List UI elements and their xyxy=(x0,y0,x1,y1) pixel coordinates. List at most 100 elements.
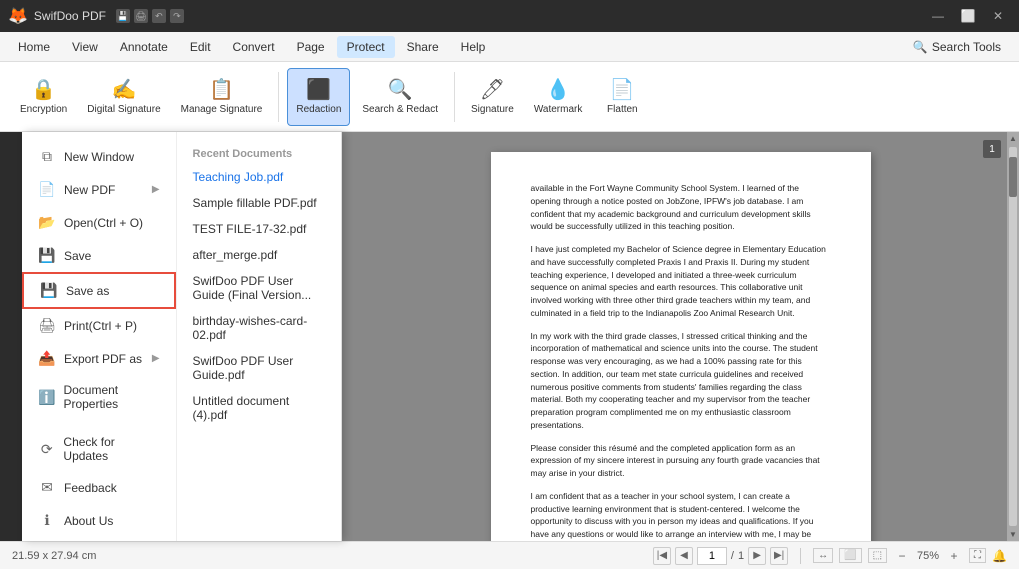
doc-properties-label: Document Properties xyxy=(63,383,159,411)
menu-share[interactable]: Share xyxy=(397,36,449,58)
signature-icon: 🖊 xyxy=(480,77,505,102)
menu-help[interactable]: Help xyxy=(451,36,496,58)
digital-signature-label: Digital Signature xyxy=(87,104,160,116)
scroll-thumb[interactable] xyxy=(1009,157,1017,197)
save-icon-btn[interactable]: 💾 xyxy=(116,9,130,23)
zoom-level: 75% xyxy=(917,550,939,562)
menu-annotate[interactable]: Annotate xyxy=(110,36,178,58)
redaction-label: Redaction xyxy=(296,104,341,116)
check-updates-label: Check for Updates xyxy=(63,435,159,463)
search-tools-icon: 🔍 xyxy=(913,40,928,54)
scrollbar[interactable]: ▲ ▼ xyxy=(1007,132,1019,541)
toolbar-redaction[interactable]: ⬛ Redaction xyxy=(287,68,350,126)
toolbar-watermark[interactable]: 💧 Watermark xyxy=(526,68,591,126)
recent-file-4[interactable]: after_merge.pdf xyxy=(177,242,341,268)
menu-page[interactable]: Page xyxy=(287,36,335,58)
recent-file-3[interactable]: TEST FILE-17-32.pdf xyxy=(177,216,341,242)
prev-page-btn[interactable]: ◀ xyxy=(675,547,693,565)
app-name: SwifDoo PDF xyxy=(34,9,106,23)
menu-save[interactable]: 💾 Save xyxy=(22,239,176,272)
menu-save-as[interactable]: 💾 Save as xyxy=(22,272,176,309)
next-page-btn[interactable]: ▶ xyxy=(748,547,766,565)
fullscreen-btn[interactable]: ⛶ xyxy=(969,548,986,563)
zoom-out-btn[interactable]: − xyxy=(893,547,911,565)
search-redact-icon: 🔍 xyxy=(388,77,413,102)
menu-view[interactable]: View xyxy=(62,36,108,58)
search-tools-button[interactable]: 🔍 Search Tools xyxy=(903,36,1011,58)
menu-new-window[interactable]: ⧉ New Window xyxy=(22,140,176,173)
new-pdf-label: New PDF xyxy=(64,183,115,197)
close-button[interactable]: ✕ xyxy=(985,5,1011,27)
page-number-badge: 1 xyxy=(983,140,1001,158)
scroll-up-btn[interactable]: ▲ xyxy=(1007,132,1019,145)
new-window-icon: ⧉ xyxy=(38,148,56,165)
toolbar-signature[interactable]: 🖊 Signature xyxy=(463,68,522,126)
first-page-btn[interactable]: |◀ xyxy=(653,547,671,565)
app-logo: 🦊 xyxy=(8,6,28,26)
status-bar: 21.59 x 27.94 cm |◀ ◀ / 1 ▶ ▶| ↔ ⬜ ⬚ − 7… xyxy=(0,541,1019,569)
undo-btn[interactable]: ↶ xyxy=(152,9,166,23)
menu-settings[interactable]: ⚙ Settings xyxy=(22,537,176,541)
toolbar-divider-2 xyxy=(454,72,455,122)
toolbar-flatten[interactable]: 📄 Flatten xyxy=(594,68,650,126)
notification-icon[interactable]: 🔔 xyxy=(992,549,1007,563)
menu-about-us[interactable]: ℹ About Us xyxy=(22,504,176,537)
pdf-para-5: I am confident that as a teacher in your… xyxy=(531,490,831,541)
pdf-para-3: In my work with the third grade classes,… xyxy=(531,330,831,432)
toolbar-encryption[interactable]: 🔒 Encryption xyxy=(12,68,75,126)
flatten-icon: 📄 xyxy=(610,77,635,102)
menu-open[interactable]: 📂 Open(Ctrl + O) xyxy=(22,206,176,239)
page-input[interactable] xyxy=(697,547,727,565)
fit-width-btn[interactable]: ↔ xyxy=(813,548,833,563)
export-pdf-label: Export PDF as xyxy=(64,352,142,366)
status-divider-1 xyxy=(800,548,801,564)
recent-file-2[interactable]: Sample fillable PDF.pdf xyxy=(177,190,341,216)
encryption-icon: 🔒 xyxy=(31,77,56,102)
menu-doc-properties[interactable]: ℹ️ Document Properties xyxy=(22,375,176,419)
search-tools-label: Search Tools xyxy=(932,40,1001,54)
menu-print[interactable]: 🖨 Print(Ctrl + P) xyxy=(22,309,176,342)
zoom-in-btn[interactable]: + xyxy=(945,547,963,565)
toolbar-manage-signature[interactable]: 📋 Manage Signature xyxy=(173,68,271,126)
zoom-mode-btn[interactable]: ⬚ xyxy=(868,548,887,563)
recent-documents-header: Recent Documents xyxy=(177,140,341,164)
redo-btn[interactable]: ↷ xyxy=(170,9,184,23)
open-icon: 📂 xyxy=(38,214,56,231)
pdf-para-4: Please consider this résumé and the comp… xyxy=(531,442,831,480)
menu-new-pdf[interactable]: 📄 New PDF ▶ xyxy=(22,173,176,206)
menu-protect[interactable]: Protect xyxy=(337,36,395,58)
fit-page-btn[interactable]: ⬜ xyxy=(839,548,861,563)
minimize-button[interactable]: — xyxy=(925,5,951,27)
scroll-down-btn[interactable]: ▼ xyxy=(1007,528,1019,541)
recent-file-6[interactable]: birthday-wishes-card-02.pdf xyxy=(177,308,341,348)
menu-edit[interactable]: Edit xyxy=(180,36,221,58)
print-icon-btn[interactable]: 🖨 xyxy=(134,9,148,23)
zoom-controls: ↔ ⬜ ⬚ − 75% + ⛶ 🔔 xyxy=(813,547,1007,565)
toolbar-search-redact[interactable]: 🔍 Search & Redact xyxy=(354,68,446,126)
save-as-icon: 💾 xyxy=(40,282,58,299)
menu-feedback[interactable]: ✉ Feedback xyxy=(22,471,176,504)
watermark-icon: 💧 xyxy=(546,77,571,102)
search-redact-label: Search & Redact xyxy=(362,104,438,116)
flatten-label: Flatten xyxy=(607,104,638,116)
window-controls: — ⬜ ✕ xyxy=(925,5,1011,27)
recent-file-7[interactable]: SwifDoo PDF User Guide.pdf xyxy=(177,348,341,388)
scroll-track xyxy=(1009,147,1017,526)
menu-convert[interactable]: Convert xyxy=(223,36,285,58)
toolbar-digital-signature[interactable]: ✍️ Digital Signature xyxy=(79,68,168,126)
recent-file-1[interactable]: Teaching Job.pdf xyxy=(177,164,341,190)
pdf-para-1: available in the Fort Wayne Community Sc… xyxy=(531,182,831,233)
signature-label: Signature xyxy=(471,104,514,116)
recent-file-5[interactable]: SwifDoo PDF User Guide (Final Version... xyxy=(177,268,341,308)
app-menu-dropdown: ⧉ New Window 📄 New PDF ▶ 📂 Open(Ctrl + O… xyxy=(22,132,342,541)
feedback-label: Feedback xyxy=(64,481,117,495)
new-pdf-arrow: ▶ xyxy=(152,184,160,195)
menu-check-updates[interactable]: ⟳ Check for Updates xyxy=(22,427,176,471)
menu-home[interactable]: Home xyxy=(8,36,60,58)
last-page-btn[interactable]: ▶| xyxy=(770,547,788,565)
recent-file-8[interactable]: Untitled document (4).pdf xyxy=(177,388,341,428)
menu-export-pdf[interactable]: 📤 Export PDF as ▶ xyxy=(22,342,176,375)
maximize-button[interactable]: ⬜ xyxy=(955,5,981,27)
save-label: Save xyxy=(64,249,91,263)
manage-signature-label: Manage Signature xyxy=(181,104,263,116)
